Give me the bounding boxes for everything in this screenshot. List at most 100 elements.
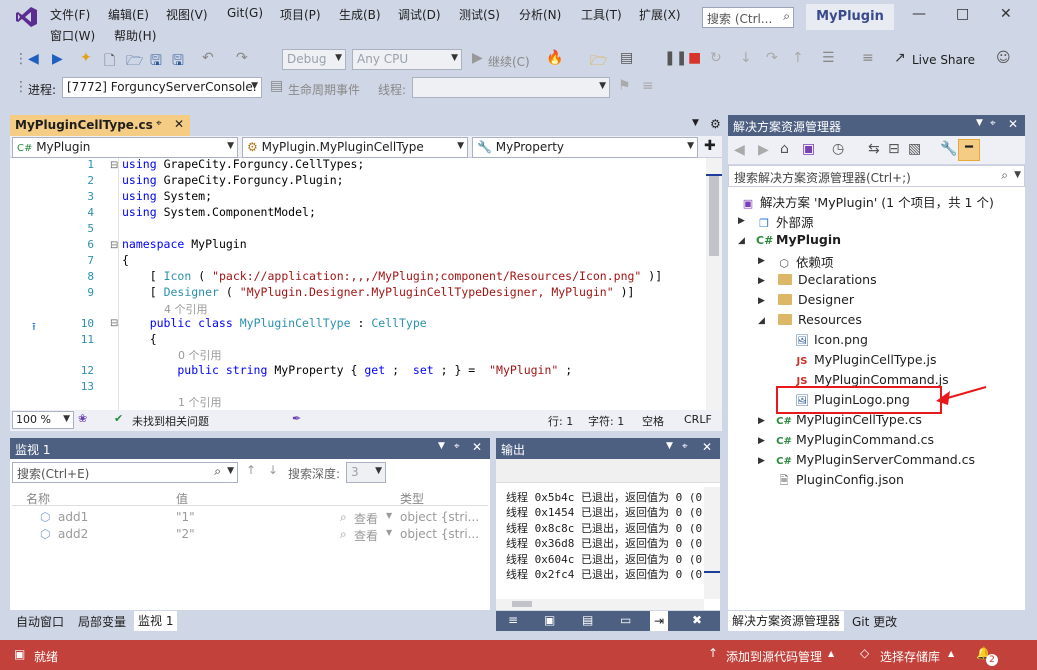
tree-item-icon-png[interactable]: 🖼 Icon.png [794,332,868,347]
member-nav-combo[interactable]: 🔧 MyProperty ▼ [472,137,698,158]
codelens-references-property[interactable]: 0 个引用 [178,347,222,363]
history-icon[interactable]: ◷ [832,141,844,157]
menu-item-5[interactable]: 生成(B) [339,6,381,23]
depth-combo[interactable]: 3 ▼ [346,462,386,483]
step-over-icon[interactable]: ↷ [766,50,778,66]
menu-item-row2-1[interactable]: 帮助(H) [114,27,156,44]
platform-combo[interactable]: Any CPU ▼ [352,49,462,70]
pin-icon[interactable]: ⌖ [682,441,688,452]
watch-search-input[interactable]: 搜索(Ctrl+E) ⌕ ▼ [12,462,238,483]
expand-icon[interactable]: ▶ [758,436,765,446]
forward-icon[interactable]: ▶ [758,142,769,158]
spaces-indicator[interactable]: 空格 [642,413,664,429]
vertical-scrollbar[interactable] [706,158,722,410]
codelens-references-next[interactable]: 1 个引用 [178,394,222,410]
output-panel[interactable]: 线程 0x5b4c 已退出，返回值为 0 (0 线程 0x1454 已退出，返回值… [496,459,720,610]
expand-icon[interactable]: ▶ [758,296,765,306]
close-icon[interactable]: ✕ [1000,6,1012,22]
menu-item-row2-0[interactable]: 窗口(W) [50,27,95,44]
thread-combo[interactable]: ▼ [412,77,610,98]
pin-icon[interactable]: ⌖ [990,118,996,129]
switch-views-icon[interactable]: ▣ [802,141,815,157]
tree-item-mypluginservercommand-cs[interactable]: C# MyPluginServerCommand.cs [776,452,975,467]
output-scrollbar[interactable] [704,487,720,599]
dropdown-icon[interactable]: ▼ [438,441,445,451]
back-icon[interactable]: ◀ [28,51,39,67]
new-file-icon[interactable]: 🗋 [104,50,115,74]
continue-icon[interactable]: ▶ [472,50,483,66]
save-all-icon[interactable]: 🖫 [172,50,184,74]
inheritance-margin-icon[interactable]: ⭱ [32,318,36,337]
down-arrow-icon[interactable]: ↓ [268,463,278,477]
class-nav-combo[interactable]: ⚙ MyPlugin.MyPluginCellType ▼ [242,137,468,158]
tree-item-external-sources[interactable]: ❐ 外部源 [756,212,813,231]
threads-icon[interactable]: ≡ [642,78,654,94]
preview-selected-items-icon[interactable]: ━ [958,139,980,161]
flag-icon[interactable]: ⚑ [618,78,631,94]
line-indicator[interactable]: 行: 1 [548,413,573,429]
tab-autos[interactable]: 自动窗口 [16,613,64,630]
layout-icon[interactable]: ▤ [620,50,633,66]
breakpoints-icon[interactable]: ▣ [544,613,555,627]
tree-item-myplugincelltype-js[interactable]: JS MyPluginCellType.js [794,352,937,367]
tab-mypluginceltype-cs[interactable]: MyPluginCellType.cs ⌖ ✕ [10,115,190,136]
zoom-combo[interactable]: 100 % ▼ [12,411,74,429]
watch-row[interactable]: ⬡ add1 "1" ⌕ 查看 ▼ object {stri... [12,509,488,526]
lifecycle-label[interactable]: 生命周期事件 [288,81,360,98]
collapse-using-icon[interactable]: ⊟ [110,160,118,171]
watch-row[interactable]: ⬡ add2 "2" ⌕ 查看 ▼ object {stri... [12,526,488,543]
pin-icon[interactable]: ⌖ [156,118,162,129]
scrollbar-thumb[interactable] [709,176,719,256]
undo-icon[interactable]: ↶ [202,50,214,66]
char-indicator[interactable]: 字符: 1 [588,413,624,429]
collapse-all-icon[interactable]: ⊟ [888,141,900,157]
pause-icon[interactable]: ❚❚ [664,50,687,66]
error-list-icon[interactable]: ✖ [692,613,702,627]
up-arrow-icon[interactable]: ↑ [246,463,256,477]
line-ending-indicator[interactable]: CRLF [684,413,712,426]
project-nav-combo[interactable]: C# MyPlugin ▼ [12,137,238,158]
forward-icon[interactable]: ▶ [52,51,63,67]
output-horizontal-scrollbar[interactable] [496,599,704,610]
tree-item-pluginconfig-json[interactable]: 🗎 PluginConfig.json [776,472,904,491]
menu-item-1[interactable]: 编辑(E) [108,6,149,23]
menu-item-4[interactable]: 项目(P) [280,6,321,23]
tab-solution-explorer[interactable]: 解决方案资源管理器 [728,611,845,631]
tree-item-myplugincommand-cs[interactable]: C# MyPluginCommand.cs [776,432,934,447]
column-type[interactable]: 类型 [400,490,424,507]
open-folder-icon[interactable]: 🗁 [126,50,143,74]
minimize-icon[interactable]: — [912,6,926,22]
search-box[interactable]: 搜索 (Ctrl... ⌕ [702,7,794,28]
close-icon[interactable]: ✕ [472,440,482,454]
live-share-label[interactable]: Live Share [912,53,975,67]
expand-icon[interactable]: ▶ [738,216,745,226]
column-value[interactable]: 值 [176,490,188,507]
dropdown-icon[interactable]: ▼ [976,118,983,128]
sync-icon[interactable]: ⇆ [868,141,880,157]
new-project-icon[interactable]: ✦ [80,50,92,66]
show-all-files-icon[interactable]: ▧ [908,141,921,157]
tab-watch-1[interactable]: 监视 1 [134,611,178,631]
menu-item-6[interactable]: 调试(D) [398,6,441,23]
close-tab-icon[interactable]: ✕ [174,117,184,131]
account-icon[interactable]: ☺ [996,50,1011,66]
format-icon[interactable]: ☰ [822,50,835,66]
menu-item-2[interactable]: 视图(V) [166,6,208,23]
collapse-namespace-icon[interactable]: ⊟ [110,240,118,251]
call-stack-icon[interactable]: ≡ [508,613,518,627]
command-icon[interactable]: ▭ [620,613,631,627]
tab-locals[interactable]: 局部变量 [78,613,126,630]
watch-row-view[interactable]: 查看 [354,510,378,527]
tree-item-myplugincelltype-cs[interactable]: C# MyPluginCellType.cs [776,412,922,427]
save-icon[interactable]: 🖫 [150,50,162,74]
menu-item-7[interactable]: 测试(S) [459,6,500,23]
column-name[interactable]: 名称 [26,490,50,507]
close-icon[interactable]: ✕ [1008,117,1018,131]
stop-icon[interactable]: ■ [688,50,701,66]
tree-item-myplugincommand-js[interactable]: JS MyPluginCommand.js [794,372,949,387]
codelens-references-class[interactable]: 4 个引用 [164,301,208,317]
tree-item-dependencies[interactable]: ⬡ 依赖项 [776,252,833,271]
menu-item-0[interactable]: 文件(F) [50,6,90,23]
configuration-combo[interactable]: Debug ▼ [282,49,346,70]
live-share-icon[interactable]: ↗ [894,50,906,66]
